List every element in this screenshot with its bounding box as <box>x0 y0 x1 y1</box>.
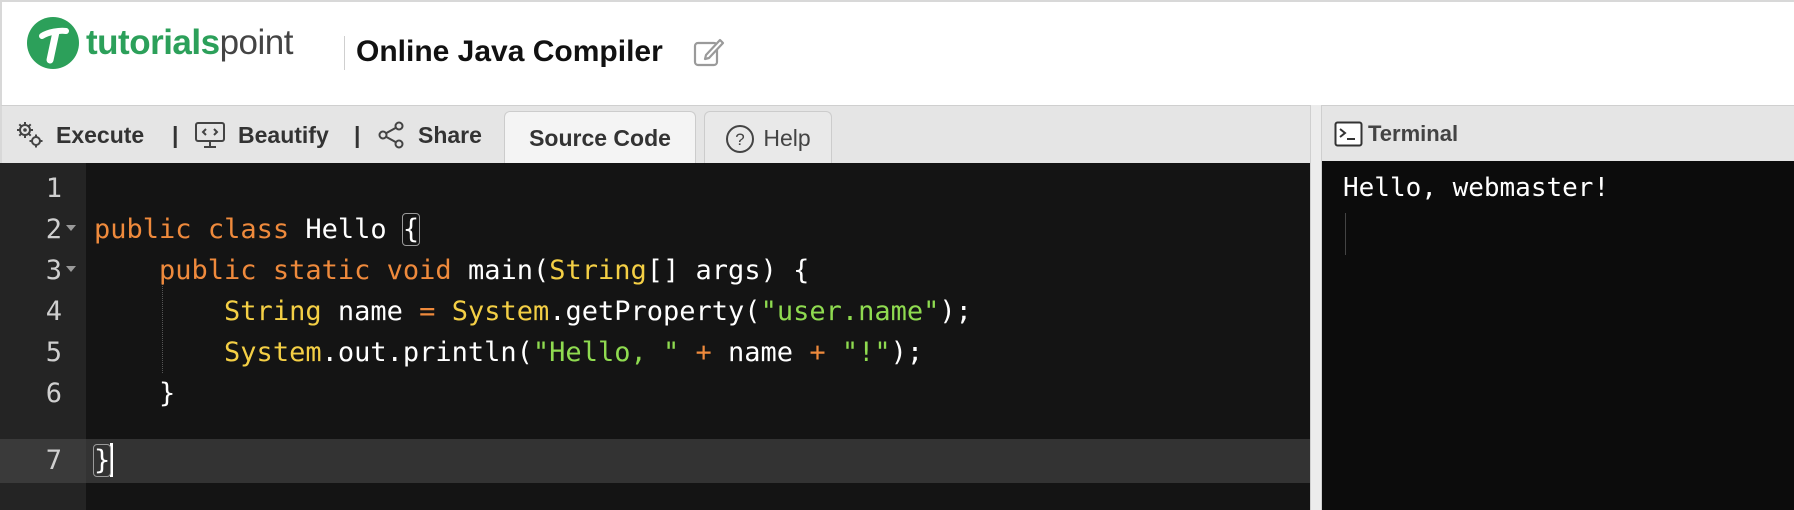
code-text: System.out.println("Hello, " + name + "!… <box>94 331 923 375</box>
code-line[interactable]: 6 } <box>0 372 1310 416</box>
line-number: 7 <box>45 445 62 476</box>
share-icon <box>378 121 404 149</box>
share-button[interactable]: Share <box>376 106 482 164</box>
help-icon: ? <box>726 124 755 153</box>
tutorialspoint-logo[interactable]: tutorialspoint <box>26 16 293 70</box>
keyword: static <box>272 255 371 286</box>
terminal-icon <box>1334 121 1363 146</box>
code-line[interactable]: 2 public class Hello { <box>0 208 1310 252</box>
beautify-button[interactable]: Beautify <box>194 106 329 164</box>
identifier: name <box>337 296 403 327</box>
terminal-output: Hello, webmaster! <box>1343 173 1610 203</box>
identifier: name <box>728 337 794 368</box>
string: "!" <box>841 337 891 368</box>
logo-text: tutorialspoint <box>86 23 293 63</box>
punctuation: } <box>159 378 176 409</box>
logo-icon <box>27 17 79 69</box>
logo-text-light: point <box>219 23 294 62</box>
tab-help-label: Help <box>763 125 811 151</box>
line-number: 3 <box>45 255 62 286</box>
tab-source-code[interactable]: Source Code <box>504 111 696 165</box>
code-line-active[interactable]: 7 } <box>46 439 1310 483</box>
bracket-match: } <box>92 444 112 477</box>
type: System <box>224 337 322 368</box>
keyword: class <box>207 214 290 245</box>
line-number: 6 <box>45 378 62 409</box>
pane-splitter[interactable] <box>1310 105 1322 510</box>
code-text: String name = System.getProperty("user.n… <box>94 290 972 334</box>
terminal-title: Terminal <box>1368 120 1459 146</box>
code-editor[interactable]: 1 2 public class Hello { 3 public static… <box>0 163 1310 510</box>
code-text: public static void main(String[] args) { <box>94 249 809 293</box>
operator: + <box>809 337 826 368</box>
line-number: 4 <box>45 296 62 327</box>
tab-source-code-label: Source Code <box>529 125 671 151</box>
terminal-header: Terminal <box>1322 105 1794 161</box>
editor-toolbar: Execute | Beautify | Share Source Code ?… <box>0 105 1310 165</box>
execute-button[interactable]: Execute <box>16 106 144 164</box>
logo-text-bold: tutorials <box>86 23 220 62</box>
gears-icon <box>17 122 43 148</box>
code-line[interactable]: 4 String name = System.getProperty("user… <box>0 290 1310 334</box>
keyword: void <box>386 255 452 286</box>
bracket-match: { <box>401 213 421 246</box>
code-line[interactable]: 3 public static void main(String[] args)… <box>0 249 1310 293</box>
fold-arrow-icon[interactable] <box>66 266 76 272</box>
header-divider <box>344 36 345 70</box>
toolbar-separator: | <box>354 122 361 148</box>
text-cursor <box>110 442 114 477</box>
identifier: [] args) { <box>646 255 810 286</box>
line-number: 1 <box>45 173 62 204</box>
identifier: .out.println( <box>321 337 533 368</box>
toolbar-separator: | <box>172 122 179 148</box>
code-text: } <box>94 372 175 416</box>
identifier: .getProperty( <box>549 296 761 327</box>
execute-label: Execute <box>56 121 145 148</box>
header: tutorialspoint Online Java Compiler <box>0 0 1794 105</box>
tab-help[interactable]: ? Help <box>704 111 832 165</box>
type: String <box>224 296 322 327</box>
monitor-code-icon <box>195 122 225 148</box>
operator: + <box>695 337 712 368</box>
line-number: 2 <box>45 214 62 245</box>
terminal-panel[interactable]: Hello, webmaster! <box>1322 161 1794 510</box>
page-title: Online Java Compiler <box>356 35 663 68</box>
code-text: } <box>92 439 114 483</box>
type: System <box>451 296 550 327</box>
punctuation: ); <box>890 337 924 368</box>
beautify-label: Beautify <box>238 121 329 148</box>
identifier: Hello <box>305 214 387 245</box>
string: "user.name" <box>760 296 940 327</box>
terminal-caret <box>1345 213 1346 255</box>
keyword: public <box>159 255 257 286</box>
code-line[interactable]: 1 <box>0 167 1310 211</box>
edit-icon[interactable] <box>692 35 726 69</box>
operator: = <box>419 296 436 327</box>
code-text: public class Hello { <box>94 208 421 252</box>
code-line[interactable]: 5 System.out.println("Hello, " + name + … <box>0 331 1310 375</box>
string: "Hello, " <box>532 337 680 368</box>
type: String <box>549 255 647 286</box>
punctuation: ); <box>939 296 972 327</box>
identifier: main( <box>467 255 550 286</box>
keyword: public <box>94 214 192 245</box>
line-number: 5 <box>45 337 62 368</box>
svg-text:?: ? <box>736 130 745 149</box>
share-label: Share <box>418 121 482 148</box>
fold-arrow-icon[interactable] <box>66 225 76 231</box>
